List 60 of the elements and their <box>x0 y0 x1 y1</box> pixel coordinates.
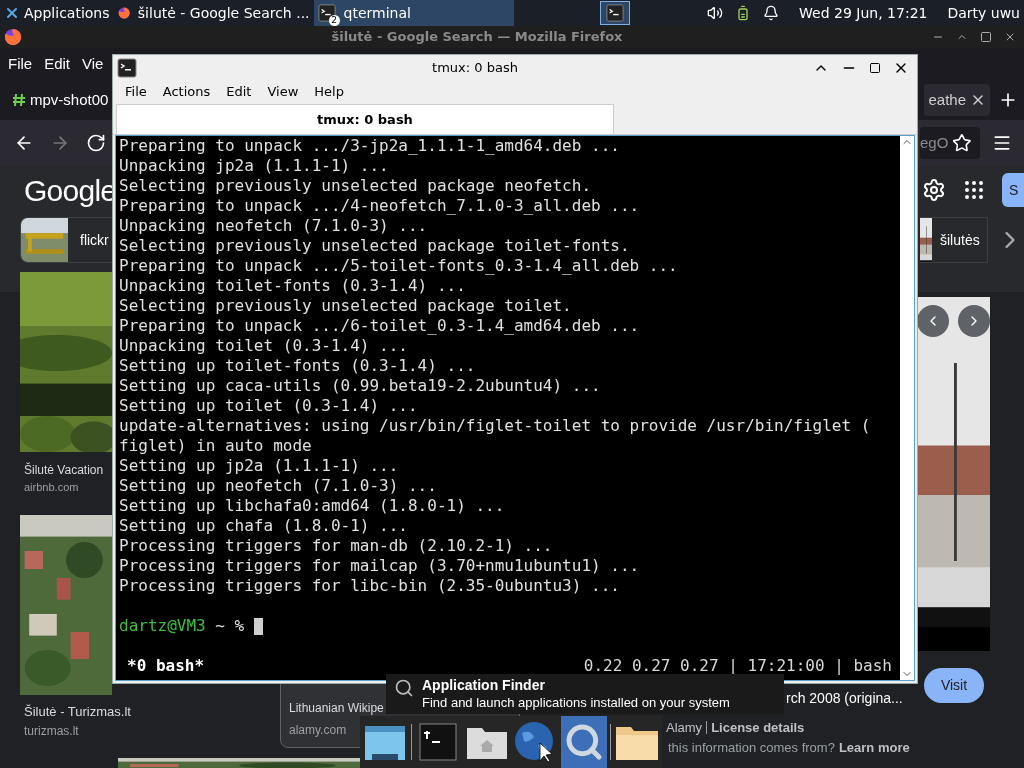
clock[interactable]: Wed 29 Jun, 17:21 <box>799 2 928 24</box>
output-line: Preparing to unpack .../4-neofetch_7.1.0-3_all.deb ... <box>119 196 641 216</box>
tooltip-text: Find and launch applications installed on your system <box>422 694 730 711</box>
menu-item[interactable]: Edit <box>226 82 252 102</box>
result-title[interactable]: Šilutė - Turizmas.lt <box>20 702 131 722</box>
output-line: Setting up neofetch (7.1.0-3) ... <box>119 476 438 496</box>
menu-item[interactable]: File <box>8 52 33 76</box>
window-title: šilutė - Google Search — Mozilla Firefox <box>330 28 624 47</box>
tooltip-title: Application Finder <box>422 677 546 694</box>
credit-text: Alamy <box>666 719 703 737</box>
learn-more-link[interactable]: Learn more <box>838 738 910 758</box>
output-line: figlet) in auto mode <box>119 436 313 456</box>
source-question: this information comes from? <box>668 739 835 757</box>
output-line: Preparing to unpack .../6-toilet_0.3-1.4_amd64.deb ... <box>119 316 641 336</box>
output-line: Preparing to unpack .../3-jp2a_1.1.1-1_amd64.deb ... <box>119 136 621 156</box>
image-caption: rch 2008 (origina... <box>786 689 903 708</box>
visit-button[interactable]: Visit <box>924 668 984 703</box>
license-details-link[interactable]: License details <box>711 718 805 738</box>
output-line: Processing triggers for man-db (2.10.2-1) ... <box>119 536 554 556</box>
result-source: turizmas.lt <box>23 722 79 740</box>
filter-chip[interactable]: flickr <box>20 217 112 263</box>
menu-item[interactable]: File <box>125 82 147 102</box>
user-name[interactable]: Darty uwu <box>947 2 1020 24</box>
output-line: Selecting previously unselected package neofetch. <box>119 176 592 196</box>
window-title: tmux: 0 bash <box>431 59 519 78</box>
menu-item[interactable]: View <box>267 82 299 102</box>
output-line: Processing triggers for libc-bin (2.35-0ubuntu3) ... <box>119 576 621 596</box>
output-line: Setting up toilet (0.3-1.4) ... <box>119 396 419 416</box>
result-source: airbnb.com <box>23 480 79 495</box>
menu-item[interactable]: Help <box>314 82 344 102</box>
output-line: Unpacking neofetch (7.1.0-3) ... <box>119 216 429 236</box>
output-line: Unpacking toilet (0.3-1.4) ... <box>119 336 409 356</box>
prompt: dartz@VM3 ~ % <box>119 616 246 636</box>
output-line: Selecting previously unselected package toilet-fonts. <box>119 236 631 256</box>
window-count-badge: 2 <box>328 15 340 26</box>
menu-item[interactable]: Actions <box>162 82 211 102</box>
sign-in-button[interactable]: S <box>1002 173 1024 207</box>
output-line: Setting up libchafa0:amd64 (1.8.0-1) ... <box>119 496 506 516</box>
output-line: Preparing to unpack .../5-toilet-fonts_0.3-1.4_all.deb ... <box>119 256 679 276</box>
output-line: Processing triggers for mailcap (3.70+nmu1ubuntu1) ... <box>119 556 641 576</box>
menu-item[interactable]: Vie <box>82 52 104 76</box>
output-line: update-alternatives: using /usr/bin/figlet-toilet to provide /usr/bin/figlet ( <box>119 416 872 436</box>
output-line: Setting up caca-utils (0.99.beta19-2.2ubuntu4) ... <box>119 376 602 396</box>
output-line: Setting up jp2a (1.1.1-1) ... <box>119 456 400 476</box>
terminal-tab[interactable]: tmux: 0 bash <box>116 104 614 134</box>
google-logo[interactable]: Google <box>24 167 117 213</box>
address-bar[interactable]: egO <box>920 127 980 159</box>
output-line: Setting up toilet-fonts (0.3-1.4) ... <box>119 356 477 376</box>
output-line: Selecting previously unselected package toilet. <box>119 296 573 316</box>
output-line: Unpacking jp2a (1.1.1-1) ... <box>119 156 390 176</box>
output-line: Unpacking toilet-fonts (0.3-1.4) ... <box>119 276 467 296</box>
filter-chip[interactable]: šilutės <box>920 217 988 263</box>
menu-item[interactable]: Edit <box>44 52 71 76</box>
tmux-window-list: *0 bash* <box>119 656 205 676</box>
taskbar-button[interactable]: 2 qterminal <box>313 0 514 26</box>
browser-tab[interactable]: eathe <box>924 84 990 116</box>
browser-tab[interactable]: mpv-shot00 <box>8 84 113 116</box>
output-line: Setting up chafa (1.8.0-1) ... <box>119 516 409 536</box>
applications-menu[interactable]: Applications <box>0 0 114 26</box>
result-title[interactable]: Šilutė Vacation <box>20 461 104 479</box>
